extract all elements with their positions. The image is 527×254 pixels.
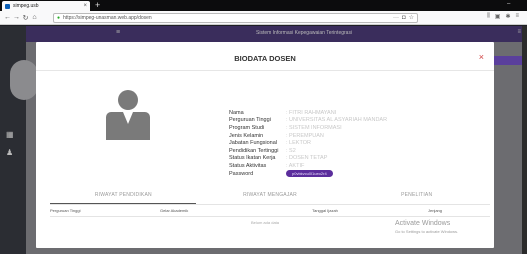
info-row-nama: Nama : FITRI RAHMAYANI xyxy=(229,109,387,117)
user-icon[interactable]: ♟ xyxy=(6,148,13,157)
info-value: : FITRI RAHMAYANI xyxy=(286,109,337,116)
info-row-status-aktivitas: Status Aktivitas : AKTIF xyxy=(229,162,387,170)
info-row-program-studi: Program Studi : SISTEM INFORMASI xyxy=(229,124,387,132)
password-badge[interactable]: p0vbkvcu0l1ueo2r4 xyxy=(286,170,333,178)
info-label: Perguruan Tinggi xyxy=(229,117,271,124)
info-value: : PEREMPUAN xyxy=(286,132,324,139)
app-header: ≡ Sistem Informasi Kepegawaian Terintegr… xyxy=(26,26,527,42)
modal-title: BIODATA DOSEN xyxy=(234,54,296,63)
menu-icon[interactable]: ≡ xyxy=(515,13,519,20)
info-value: : DOSEN TETAP xyxy=(286,155,328,162)
info-row-perguruan-tinggi: Perguruan Tinggi : UNIVERSITAS AL ASYARI… xyxy=(229,117,387,125)
info-row-pendidikan: Pendidikan Tertinggi : S2 xyxy=(229,147,387,155)
info-value: : LEKTOR xyxy=(286,140,311,147)
tab-riwayat-mengajar[interactable]: RIWAYAT MENGAJAR xyxy=(197,192,344,202)
biodata-info: Nama : FITRI RAHMAYANI Perguruan Tinggi … xyxy=(229,109,387,178)
hamburger-icon[interactable]: ≡ xyxy=(116,29,120,36)
minimize-icon[interactable]: – xyxy=(507,1,510,7)
info-row-jabatan: Jabatan Fungsional : LEKTOR xyxy=(229,139,387,147)
sidebar-avatar xyxy=(10,60,38,100)
info-row-status-ikatan: Status Ikatan Kerja : DOSEN TETAP xyxy=(229,155,387,163)
tab-title: simpeg.usb xyxy=(13,3,39,9)
back-icon[interactable]: ← xyxy=(3,14,12,21)
header-menu-icon[interactable]: ≡ xyxy=(517,29,521,35)
activate-windows-watermark: Activate Windows xyxy=(395,220,451,227)
info-label: Jenis Kelamin xyxy=(229,132,264,139)
close-icon[interactable]: × xyxy=(479,52,484,62)
column-header[interactable]: Perguruan Tinggi xyxy=(50,208,160,213)
forward-icon[interactable]: → xyxy=(12,14,21,21)
history-tabs: RIWAYAT PENDIDIKAN RIWAYAT MENGAJAR PENE… xyxy=(50,192,490,202)
profile-picture xyxy=(106,90,150,142)
page-scrollbar[interactable] xyxy=(522,26,527,254)
info-label: Pendidikan Tertinggi xyxy=(229,147,279,154)
tabs-divider xyxy=(50,204,490,205)
home-icon[interactable]: ⌂ xyxy=(30,14,39,21)
menu-dots-icon[interactable]: ··· xyxy=(393,15,399,21)
info-row-password: Password p0vbkvcu0l1ueo2r4 xyxy=(229,170,387,178)
info-value: : UNIVERSITAS AL ASYARIAH MANDAR xyxy=(286,117,388,124)
browser-tabbar: simpeg.usb × + – xyxy=(0,0,527,11)
tab-riwayat-pendidikan[interactable]: RIWAYAT PENDIDIKAN xyxy=(50,192,197,202)
profile-head xyxy=(118,90,138,110)
favicon-icon xyxy=(5,3,10,9)
url-bar[interactable]: ● https://simpeg-unasman.web.app/dosen ·… xyxy=(53,12,418,23)
pocket-icon[interactable]: ◘ xyxy=(402,15,406,21)
tab-penelitian[interactable]: PENELITIAN xyxy=(343,192,490,202)
info-label: Status Aktivitas xyxy=(229,162,267,169)
column-header[interactable]: Gelar Akademik xyxy=(160,208,270,213)
table-header-divider xyxy=(50,216,490,217)
url-text[interactable]: https://simpeg-unasman.web.app/dosen xyxy=(63,15,390,21)
activate-windows-subtext: Go to Settings to activate Windows. xyxy=(395,229,459,234)
column-header[interactable]: Tanggal Ijazah xyxy=(270,208,380,213)
column-header[interactable]: Jenjang xyxy=(380,208,490,213)
close-tab-icon[interactable]: × xyxy=(83,3,87,9)
extension-icon[interactable]: ✱ xyxy=(505,13,510,20)
info-value: : AKTIF xyxy=(286,162,305,169)
bookmark-star-icon[interactable]: ☆ xyxy=(409,14,414,21)
grid-icon[interactable]: ▦ xyxy=(6,130,14,139)
plus-icon[interactable]: + xyxy=(95,0,100,11)
biodata-modal: BIODATA DOSEN × Nama : FITRI RAHMAYANI P… xyxy=(36,42,494,248)
sidebar-icon[interactable]: ▣ xyxy=(495,13,501,20)
browser-navbar: ← → ↻ ⌂ ● https://simpeg-unasman.web.app… xyxy=(0,11,527,25)
info-value: : S2 xyxy=(286,147,296,154)
table-header: Perguruan Tinggi Gelar Akademik Tanggal … xyxy=(50,208,490,213)
info-label: Status Ikatan Kerja xyxy=(229,155,276,162)
info-label: Password xyxy=(229,170,254,177)
info-row-jenis-kelamin: Jenis Kelamin : PEREMPUAN xyxy=(229,132,387,140)
info-label: Program Studi xyxy=(229,124,265,131)
info-value: : SISTEM INFORMASI xyxy=(286,124,342,131)
browser-tab[interactable]: simpeg.usb × xyxy=(2,1,90,11)
library-icon[interactable]: ⫼ xyxy=(487,13,490,20)
app-title: Sistem Informasi Kepegawaian Terintegras… xyxy=(256,30,353,36)
lock-icon: ● xyxy=(57,14,61,21)
reload-icon[interactable]: ↻ xyxy=(21,14,30,22)
modal-divider xyxy=(36,70,494,71)
toolbar-right: ⫼ ▣ ✱ ≡ xyxy=(487,13,519,20)
info-label: Jabatan Fungsional xyxy=(229,140,278,147)
info-label: Nama xyxy=(229,109,244,116)
